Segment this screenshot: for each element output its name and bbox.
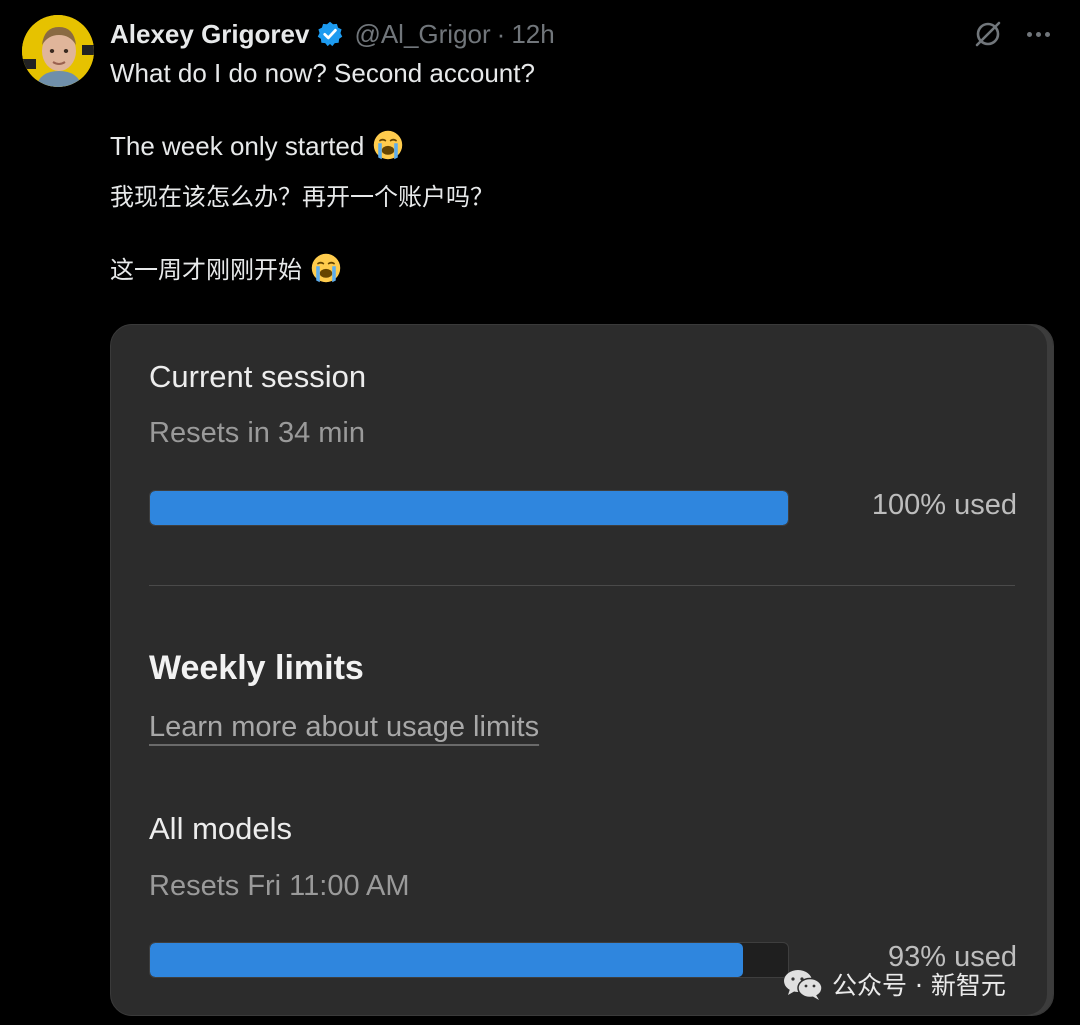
more-dot-icon [1026,31,1032,37]
current-session-used: 100% used [871,489,1017,521]
watermark-text: 公众号 · 新智元 [832,971,1006,1000]
avatar[interactable] [22,15,94,87]
timestamp[interactable]: 12h [511,19,554,50]
usage-screenshot-card[interactable]: Current session Resets in 34 min 100% us… [110,324,1054,1016]
more-options-button[interactable] [1020,18,1056,50]
weekly-limits-title: Weekly limits [149,649,364,687]
more-dot-icon [1044,31,1050,37]
current-session-progress-fill [150,491,788,525]
current-session-reset: Resets in 34 min [149,417,365,449]
all-models-reset: Resets Fri 11:00 AM [149,870,410,902]
tweet-text-2: The week only started [110,131,365,161]
tweet-text-3: 我现在该怎么办？再开一个账户吗？ [110,183,494,211]
grok-icon [975,21,1001,47]
tweet-text-1: What do I do now? Second account? [110,58,535,88]
loudly-crying-face-icon [374,130,403,160]
author-handle[interactable]: @Al_Grigor [354,19,490,50]
tweet-header: Alexey Grigorev @Al_Grigor · 12h [110,16,555,52]
avatar-image [22,15,94,87]
usage-limits-link[interactable]: Learn more about usage limits [149,711,539,744]
all-models-progress-fill [150,943,744,977]
divider [149,585,1015,586]
all-models-progress-bar [149,942,789,978]
loudly-crying-face-icon [311,253,341,283]
separator-dot: · [496,18,506,49]
verified-badge-icon [318,21,343,47]
tweet-text-line-3: 我现在该怎么办？再开一个账户吗？ [110,179,494,215]
tweet-text-4: 这一周才刚刚开始 [110,256,302,284]
watermark: 公众号 · 新智元 [782,962,1006,1006]
tweet-text-line-1: What do I do now? Second account? [110,55,535,91]
all-models-title: All models [149,811,292,846]
grok-button[interactable] [970,16,1006,52]
tweet-text-line-4: 这一周才刚刚开始 [110,252,342,288]
tweet-text-line-2: The week only started [110,128,404,164]
author-name[interactable]: Alexey Grigorev [110,19,309,50]
current-session-title: Current session [149,359,367,394]
current-session-progress-bar [149,490,789,526]
more-dot-icon [1035,31,1041,37]
wechat-icon [784,970,823,1000]
